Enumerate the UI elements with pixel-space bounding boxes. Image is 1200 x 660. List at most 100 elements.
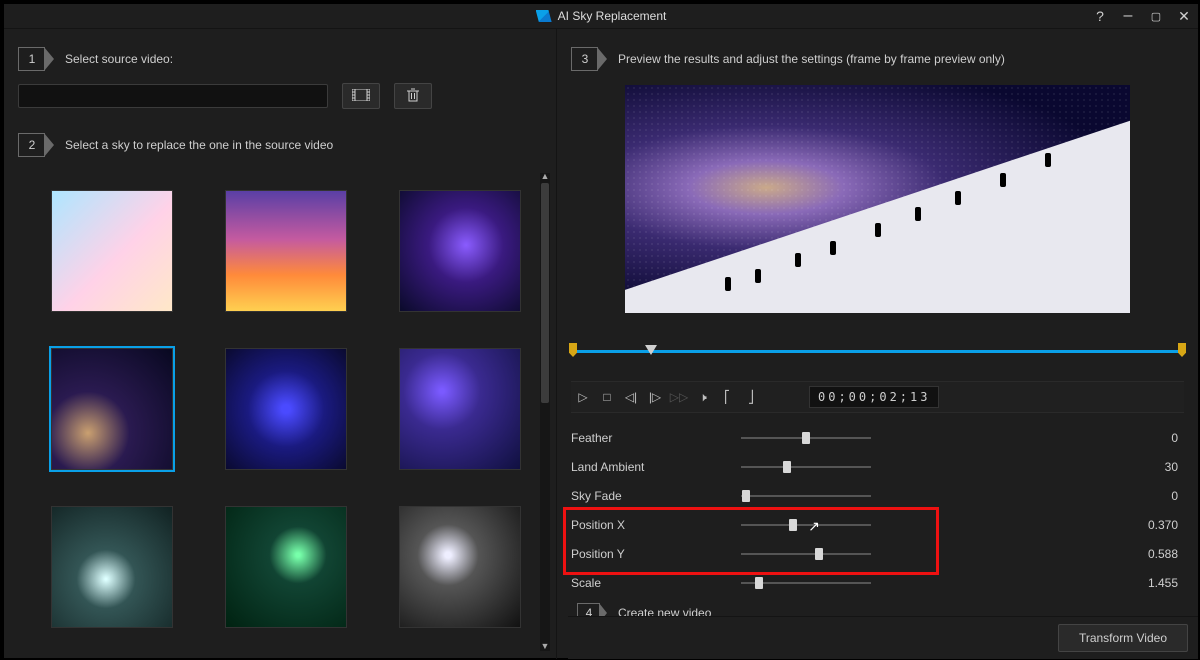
param-row-position_x: Position X 0.370 — [571, 510, 1184, 539]
slider-handle[interactable] — [742, 490, 750, 502]
bottom-bar: Transform Video — [568, 616, 1198, 659]
param-slider-sky_fade[interactable] — [741, 489, 871, 503]
app-logo-icon — [536, 10, 552, 22]
sky-thumb-sky-sunset[interactable] — [225, 190, 347, 312]
step3-header: 3 Preview the results and adjust the set… — [571, 47, 1188, 71]
sound-button[interactable]: 🕨 — [691, 390, 715, 405]
preview-hiker — [830, 241, 836, 255]
mark-in-button[interactable]: ⎡ — [715, 390, 739, 404]
slider-handle[interactable] — [783, 461, 791, 473]
step2-header: 2 Select a sky to replace the one in the… — [18, 133, 546, 157]
left-panel: 1 Select source video: 2 — [4, 29, 557, 659]
browse-video-button[interactable] — [342, 83, 380, 109]
window-controls: ? – ▢ ✕ — [1086, 4, 1198, 28]
sky-thumb-sky-deepspace[interactable] — [399, 348, 521, 470]
next-frame-button[interactable]: |▷ — [643, 390, 667, 404]
slider-handle[interactable] — [789, 519, 797, 531]
sky-thumb-sky-storm-teal[interactable] — [51, 506, 173, 628]
param-label: Feather — [571, 431, 741, 445]
preview-hiker — [755, 269, 761, 283]
preview-hiker — [955, 191, 961, 205]
step1-header: 1 Select source video: — [18, 47, 546, 71]
parameters-panel: Feather 0 Land Ambient30 Sky Fade 0 Position … — [571, 423, 1184, 597]
close-button[interactable]: ✕ — [1170, 8, 1198, 25]
param-label: Position Y — [571, 547, 741, 561]
param-value: 1.455 — [1114, 576, 1184, 590]
playhead[interactable] — [645, 345, 657, 355]
sky-thumb-sky-nebula[interactable] — [399, 190, 521, 312]
scroll-down-icon[interactable]: ▼ — [540, 641, 550, 651]
source-video-input[interactable] — [18, 84, 328, 108]
step-arrow-icon — [598, 47, 608, 71]
param-slider-feather[interactable] — [741, 431, 871, 445]
param-value: 0.370 — [1114, 518, 1184, 532]
mark-out-handle[interactable] — [1178, 343, 1186, 357]
param-slider-scale[interactable] — [741, 576, 871, 590]
slider-handle[interactable] — [755, 577, 763, 589]
step2-number: 2 — [18, 133, 45, 157]
source-row — [18, 83, 542, 109]
param-label: Position X — [571, 518, 741, 532]
preview-hiker — [795, 253, 801, 267]
maximize-button[interactable]: ▢ — [1142, 10, 1170, 23]
step1-number: 1 — [18, 47, 45, 71]
param-slider-position_y[interactable] — [741, 547, 871, 561]
gallery-scroll-thumb[interactable] — [541, 183, 549, 403]
preview-hiker — [1045, 153, 1051, 167]
prev-frame-button[interactable]: ◁| — [619, 390, 643, 404]
mark-out-button[interactable]: ⎦ — [739, 390, 763, 404]
param-row-feather: Feather 0 — [571, 423, 1184, 452]
param-value: 0.588 — [1114, 547, 1184, 561]
slider-handle[interactable] — [815, 548, 823, 560]
title-bar: AI Sky Replacement ? – ▢ ✕ — [4, 4, 1198, 29]
preview-hiker — [915, 207, 921, 221]
playback-bar: ▷ □ ◁| |▷ ▷▷ 🕨 ⎡ ⎦ 00;00;02;13 — [571, 381, 1184, 413]
slider-handle[interactable] — [802, 432, 810, 444]
right-panel: 3 Preview the results and adjust the set… — [557, 29, 1198, 659]
param-value: 0 — [1114, 489, 1184, 503]
gallery-scrollbar[interactable]: ▲ ▼ — [540, 173, 550, 651]
param-slider-land_ambient[interactable] — [741, 460, 871, 474]
mark-in-handle[interactable] — [569, 343, 577, 357]
step2-label: Select a sky to replace the one in the s… — [65, 138, 333, 152]
preview-wrap — [571, 85, 1184, 327]
app-window: AI Sky Replacement ? – ▢ ✕ 1 Select sour… — [3, 3, 1199, 659]
param-row-sky_fade: Sky Fade 0 — [571, 481, 1184, 510]
sky-thumb-sky-storm-green[interactable] — [225, 506, 347, 628]
param-row-land_ambient: Land Ambient30 — [571, 452, 1184, 481]
minimize-button[interactable]: – — [1114, 7, 1142, 25]
play-button[interactable]: ▷ — [571, 390, 595, 404]
window-title: AI Sky Replacement — [558, 9, 667, 23]
step3-label: Preview the results and adjust the setti… — [618, 52, 1005, 66]
scroll-up-icon[interactable]: ▲ — [540, 173, 550, 181]
preview-hiker — [875, 223, 881, 237]
param-value: 0 — [1114, 431, 1184, 445]
sky-gallery: ▲ ▼ — [14, 173, 550, 651]
sky-thumb-sky-startrails[interactable] — [225, 348, 347, 470]
timecode-display[interactable]: 00;00;02;13 — [809, 386, 939, 408]
step-arrow-icon — [45, 133, 55, 157]
timeline-track — [571, 350, 1184, 353]
preview-hiker — [725, 277, 731, 291]
delete-video-button[interactable] — [394, 83, 432, 109]
help-button[interactable]: ? — [1086, 8, 1114, 24]
param-value: 30 — [1114, 460, 1184, 474]
step-arrow-icon — [45, 47, 55, 71]
step1-label: Select source video: — [65, 52, 173, 66]
param-row-position_y: Position Y 0.588 — [571, 539, 1184, 568]
timeline[interactable] — [571, 343, 1184, 361]
stop-button[interactable]: □ — [595, 390, 619, 404]
filmstrip-icon — [352, 88, 370, 104]
param-label: Scale — [571, 576, 741, 590]
param-slider-position_x[interactable] — [741, 518, 871, 532]
param-label: Sky Fade — [571, 489, 741, 503]
sky-thumb-sky-milkyway[interactable] — [51, 348, 173, 470]
preview-frame — [625, 85, 1130, 313]
param-row-scale: Scale 1.455 — [571, 568, 1184, 597]
transform-video-button[interactable]: Transform Video — [1058, 624, 1188, 652]
preview-hiker — [1000, 173, 1006, 187]
sky-thumb-sky-pastel[interactable] — [51, 190, 173, 312]
sky-thumb-sky-lightning[interactable] — [399, 506, 521, 628]
step3-number: 3 — [571, 47, 598, 71]
trash-icon — [407, 88, 419, 105]
